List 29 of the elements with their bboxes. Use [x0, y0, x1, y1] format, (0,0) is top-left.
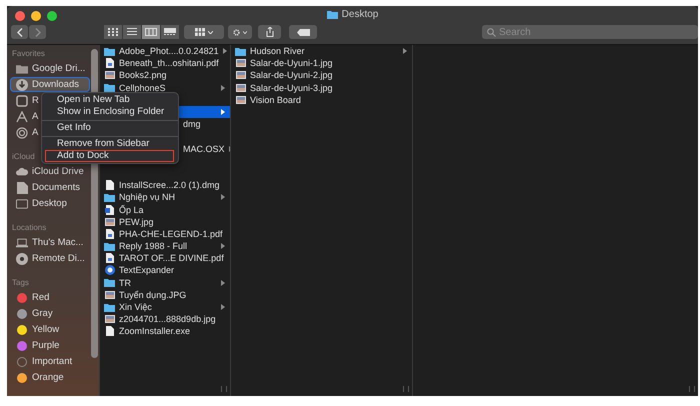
window-title: Desktop	[342, 9, 378, 20]
file-name: Beneath_th...oshitani.pdf	[119, 58, 220, 68]
file-name: Reply 1988 - Full	[119, 241, 188, 252]
section-heading: Tags	[12, 277, 29, 289]
file-name: Vision Board	[250, 94, 302, 105]
file-name: Salar-de-Uyuni-2.jpg	[250, 70, 334, 80]
section-heading: iCloud	[12, 151, 35, 163]
section-heading: Favorites	[12, 48, 45, 60]
file-name: PEW.jpg	[119, 216, 155, 227]
file-name: Books2.png	[119, 70, 168, 80]
file-name: PHA-CHE-LEGEND-1.pdf	[119, 228, 224, 239]
file-name: dmg	[183, 119, 202, 130]
section-heading: Locations	[12, 222, 46, 234]
file-name: z2044701...888d9db.jpg	[119, 314, 217, 324]
file-name: Hudson River	[250, 46, 306, 56]
file-name: CellphoneS	[119, 82, 167, 93]
file-name: TR	[119, 278, 132, 288]
file-name: Nghiệp vụ NH	[119, 192, 176, 202]
file-name: Salar-de-Uyuni-3.jpg	[250, 82, 334, 93]
file-name: Ốp La	[119, 204, 145, 215]
file-name: InstallScree...2.0 (1).dmg	[119, 180, 221, 190]
file-name: Adobe_Phot....0.0.24821	[119, 46, 219, 56]
file-name: Xin Việc	[119, 302, 153, 312]
file-name: MAC.OSX	[183, 144, 225, 154]
file-name: TAROT OF...E DIVINE.pdf	[119, 253, 225, 264]
file-name: ZoomInstaller.exe	[119, 326, 192, 336]
file-name: Tuyển dụng.JPG	[119, 290, 188, 300]
file-name: Salar-de-Uyuni-1.jpg	[250, 58, 334, 68]
file-name: TextExpander	[119, 265, 176, 276]
